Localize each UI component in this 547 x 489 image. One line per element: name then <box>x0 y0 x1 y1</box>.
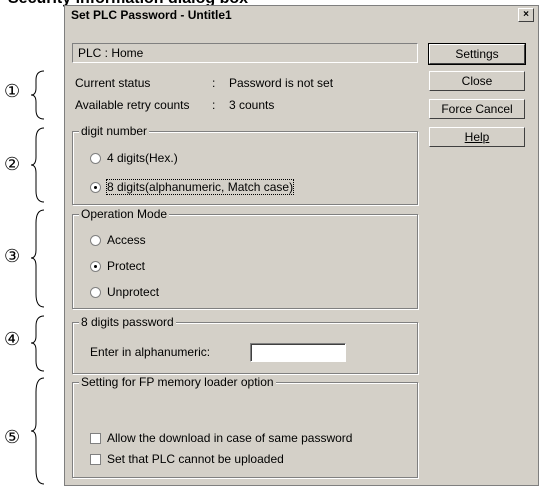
brace-3 <box>30 209 45 308</box>
operation-mode-label: Operation Mode <box>79 207 170 221</box>
dialog-title: Set PLC Password - Untitle1 <box>71 8 232 22</box>
password-input[interactable] <box>250 343 346 362</box>
digit-number-group: digit number 4 digits(Hex.) 8 digits(alp… <box>72 124 418 205</box>
close-button[interactable]: Close <box>429 71 525 91</box>
retry-count-label: Available retry counts <box>75 98 190 112</box>
close-icon[interactable]: × <box>518 8 534 22</box>
radio-access[interactable] <box>90 235 101 246</box>
fp-memory-loader-group: Setting for FP memory loader option Allo… <box>72 375 418 478</box>
brace-1 <box>30 70 45 120</box>
radio-4-digits[interactable] <box>90 153 101 164</box>
allow-download-checkbox[interactable] <box>90 433 101 444</box>
no-upload-label[interactable]: Set that PLC cannot be uploaded <box>107 452 284 466</box>
current-status-value: Password is not set <box>229 76 334 90</box>
password-field-label: Enter in alphanumeric: <box>90 345 211 359</box>
marker-1: ① <box>4 81 21 102</box>
no-upload-checkbox[interactable] <box>90 454 101 465</box>
plc-info-text: PLC : Home <box>78 46 144 60</box>
radio-access-label[interactable]: Access <box>107 233 146 247</box>
set-plc-password-dialog: Set PLC Password - Untitle1 × PLC : Home… <box>64 5 539 486</box>
radio-unprotect[interactable] <box>90 287 101 298</box>
retry-count-sep: : <box>212 98 216 112</box>
brace-2 <box>30 127 45 203</box>
plc-info-field: PLC : Home <box>72 43 418 63</box>
digit-number-label: digit number <box>79 124 150 138</box>
marker-5: ⑤ <box>4 427 21 448</box>
radio-4-digits-label[interactable]: 4 digits(Hex.) <box>107 151 178 165</box>
retry-count-value: 3 counts <box>229 98 275 112</box>
fp-memory-loader-label: Setting for FP memory loader option <box>79 375 276 389</box>
radio-8-digits-label[interactable]: 8 digits(alphanumeric, Match case) <box>105 179 295 195</box>
marker-3: ③ <box>4 246 21 267</box>
brace-4 <box>30 315 45 372</box>
brace-5 <box>30 377 45 485</box>
marker-4: ④ <box>4 329 21 350</box>
current-status-sep: : <box>212 76 216 90</box>
marker-2: ② <box>4 154 21 175</box>
current-status-label: Current status <box>75 76 151 90</box>
allow-download-label[interactable]: Allow the download in case of same passw… <box>107 431 352 445</box>
operation-mode-group: Operation Mode Access Protect Unprotect <box>72 207 418 309</box>
radio-protect[interactable] <box>90 261 101 272</box>
password-group-label: 8 digits password <box>79 315 176 329</box>
settings-button[interactable]: Settings <box>428 43 526 65</box>
radio-unprotect-label[interactable]: Unprotect <box>107 285 159 299</box>
password-group: 8 digits password Enter in alphanumeric: <box>72 315 418 374</box>
force-cancel-button[interactable]: Force Cancel <box>429 99 525 119</box>
radio-8-digits[interactable] <box>90 182 101 193</box>
title-bar: Set PLC Password - Untitle1 × <box>65 6 538 24</box>
radio-protect-label[interactable]: Protect <box>107 259 145 273</box>
help-button-label: Help <box>464 130 490 144</box>
help-button[interactable]: Help <box>429 127 525 147</box>
